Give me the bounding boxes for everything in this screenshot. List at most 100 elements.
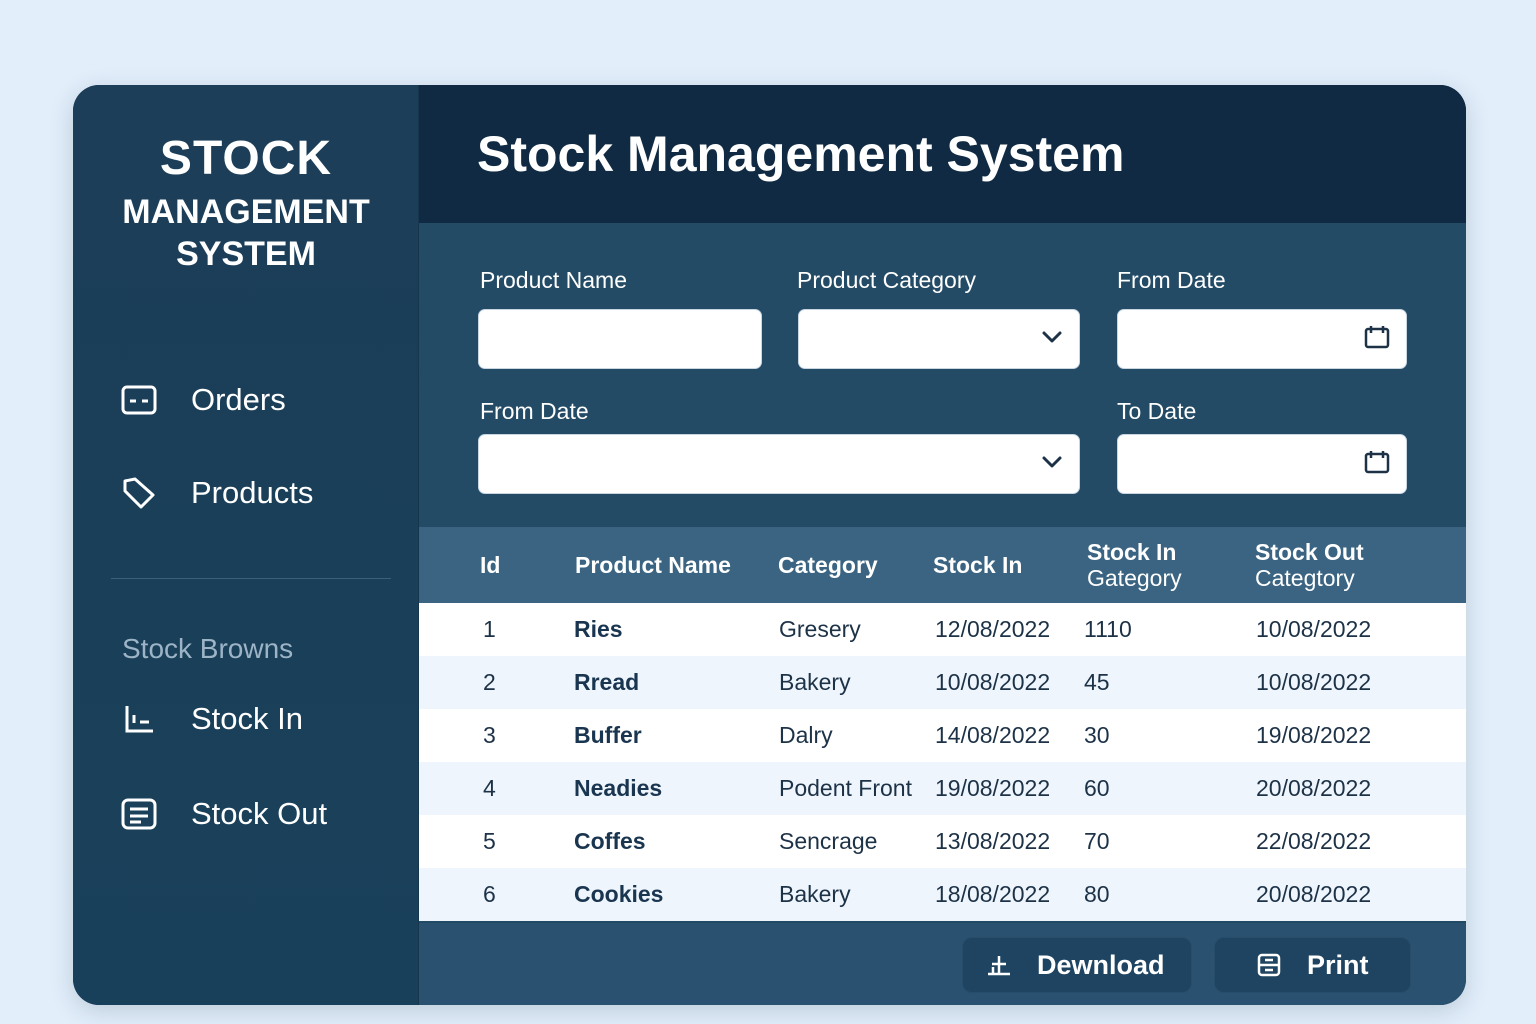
- download-icon: [985, 951, 1013, 979]
- cell-id: 2: [483, 669, 496, 695]
- cell-stock-in: 14/08/2022: [935, 722, 1051, 748]
- print-icon: [1255, 951, 1283, 979]
- sidebar-item-stock-in[interactable]: Stock In: [121, 701, 303, 737]
- print-button-label: Print: [1307, 949, 1369, 980]
- from-date-2-label: From Date: [480, 398, 589, 424]
- header-line: Stock Out: [1255, 539, 1364, 565]
- header-subline: Gategory: [1087, 565, 1182, 591]
- cell-product-name: Neadies: [574, 775, 663, 801]
- table-row[interactable]: 3 Buffer Dalry 14/08/2022 30 19/08/2022: [419, 709, 1466, 762]
- brand-line-1: STOCK: [159, 132, 333, 185]
- sidebar-item-label: Orders: [191, 382, 286, 417]
- cell-id: 3: [483, 722, 496, 748]
- cell-product-name: Coffes: [574, 828, 646, 854]
- column-header-category[interactable]: Category: [778, 552, 878, 579]
- cell-stock-out-category: 20/08/2022: [1256, 881, 1372, 907]
- calendar-icon[interactable]: [1364, 325, 1390, 354]
- filter-panel: Product Name Product Category From Date …: [419, 223, 1466, 527]
- sidebar-item-stock-out[interactable]: Stock Out: [121, 796, 327, 832]
- product-name-text-input[interactable]: [479, 310, 745, 368]
- table-row[interactable]: 2 Rread Bakery 10/08/2022 45 10/08/2022: [419, 656, 1466, 709]
- cell-category: Podent Front: [779, 775, 912, 801]
- header-line: Stock In: [1087, 539, 1177, 565]
- table-row[interactable]: 1 Ries Gresery 12/08/2022 1110 10/08/2022: [419, 603, 1466, 656]
- cell-stock-in: 19/08/2022: [935, 775, 1051, 801]
- cell-product-name: Rread: [574, 669, 640, 695]
- table-footer: Dewnload Print: [419, 923, 1466, 1005]
- cell-id: 1: [483, 616, 496, 642]
- cell-category: Bakery: [779, 669, 851, 695]
- cell-stock-in-category: 70: [1084, 828, 1110, 854]
- cell-stock-in-category: 80: [1084, 881, 1110, 907]
- cell-stock-out-category: 10/08/2022: [1256, 669, 1372, 695]
- table-row[interactable]: 5 Coffes Sencrage 13/08/2022 70 22/08/2022: [419, 815, 1466, 868]
- sidebar-item-label: Stock In: [191, 701, 303, 736]
- sidebar-item-products[interactable]: Products: [121, 475, 313, 511]
- cell-product-name: Buffer: [574, 722, 642, 748]
- column-header-id[interactable]: Id: [480, 552, 500, 579]
- stock-in-icon: [121, 701, 157, 737]
- brand-line-2: MANAGEMENT: [122, 193, 370, 231]
- page-title: Stock Management System: [477, 126, 1125, 182]
- to-date-label: To Date: [1117, 398, 1197, 424]
- brand-line-3: SYSTEM: [176, 235, 316, 273]
- cell-product-name: Cookies: [574, 881, 664, 907]
- main-panel: Stock Management System Product Name Pro…: [419, 85, 1466, 1005]
- calendar-icon[interactable]: [1364, 450, 1390, 479]
- cell-stock-in-category: 45: [1084, 669, 1110, 695]
- from-date-label: From Date: [1117, 267, 1226, 293]
- column-header-stock-out-category[interactable]: Stock Out Categtory: [1255, 539, 1364, 591]
- cell-stock-in: 12/08/2022: [935, 616, 1051, 642]
- orders-icon: [121, 382, 157, 418]
- column-header-product-name[interactable]: Product Name: [575, 552, 731, 579]
- page-header: Stock Management System: [419, 85, 1466, 223]
- table-row[interactable]: 6 Cookies Bakery 18/08/2022 80 20/08/2022: [419, 868, 1466, 921]
- sidebar-item-label: Products: [191, 475, 314, 510]
- from-date-2-select[interactable]: [478, 434, 1080, 494]
- app-window: STOCK MANAGEMENT SYSTEM Orders Products …: [73, 85, 1466, 1005]
- product-category-label: Product Category: [797, 267, 976, 293]
- sidebar-item-orders[interactable]: Orders: [121, 382, 286, 418]
- sidebar: STOCK MANAGEMENT SYSTEM Orders Products …: [73, 85, 419, 1005]
- table-body: 1 Ries Gresery 12/08/2022 1110 10/08/2022 2 Rre…: [419, 603, 1466, 921]
- stock-out-icon: [121, 796, 157, 832]
- print-button[interactable]: Print: [1214, 937, 1411, 993]
- cell-stock-out-category: 20/08/2022: [1256, 775, 1372, 801]
- chevron-down-icon: [1041, 455, 1063, 474]
- download-button-label: Dewnload: [1037, 949, 1165, 980]
- product-name-input[interactable]: [478, 309, 762, 369]
- sidebar-divider: [111, 578, 391, 579]
- cell-stock-in-category: 1110: [1084, 616, 1132, 642]
- cell-stock-out-category: 19/08/2022: [1256, 722, 1372, 748]
- cell-id: 6: [483, 881, 496, 907]
- product-category-select[interactable]: [798, 309, 1080, 369]
- table-row[interactable]: 4 Neadies Podent Front 19/08/2022 60 20/08/20…: [419, 762, 1466, 815]
- header-subline: Categtory: [1255, 565, 1355, 591]
- cell-category: Dalry: [779, 722, 833, 748]
- table-header: Id Product Name Category Stock In Stock …: [419, 527, 1466, 603]
- cell-category: Gresery: [779, 616, 861, 642]
- cell-stock-in: 13/08/2022: [935, 828, 1051, 854]
- from-date-picker[interactable]: [1117, 309, 1407, 369]
- cell-category: Bakery: [779, 881, 851, 907]
- cell-stock-in-category: 30: [1084, 722, 1110, 748]
- column-header-stock-in-category[interactable]: Stock In Gategory: [1087, 539, 1182, 591]
- column-header-stock-in[interactable]: Stock In: [933, 552, 1022, 579]
- cell-stock-out-category: 22/08/2022: [1256, 828, 1372, 854]
- chevron-down-icon: [1041, 330, 1063, 349]
- cell-id: 4: [483, 775, 496, 801]
- cell-id: 5: [483, 828, 496, 854]
- cell-product-name: Ries: [574, 616, 623, 642]
- stock-table: Id Product Name Category Stock In Stock …: [419, 527, 1466, 921]
- cell-category: Sencrage: [779, 828, 878, 854]
- brand-logo: STOCK MANAGEMENT SYSTEM: [73, 133, 419, 275]
- cell-stock-out-category: 10/08/2022: [1256, 616, 1372, 642]
- product-name-label: Product Name: [480, 267, 628, 293]
- cell-stock-in-category: 60: [1084, 775, 1110, 801]
- tag-icon: [121, 475, 157, 511]
- cell-stock-in: 10/08/2022: [935, 669, 1051, 695]
- to-date-picker[interactable]: [1117, 434, 1407, 494]
- sidebar-item-label: Stock Out: [191, 796, 328, 831]
- download-button[interactable]: Dewnload: [962, 937, 1192, 993]
- sidebar-section-label: Stock Browns: [122, 633, 294, 664]
